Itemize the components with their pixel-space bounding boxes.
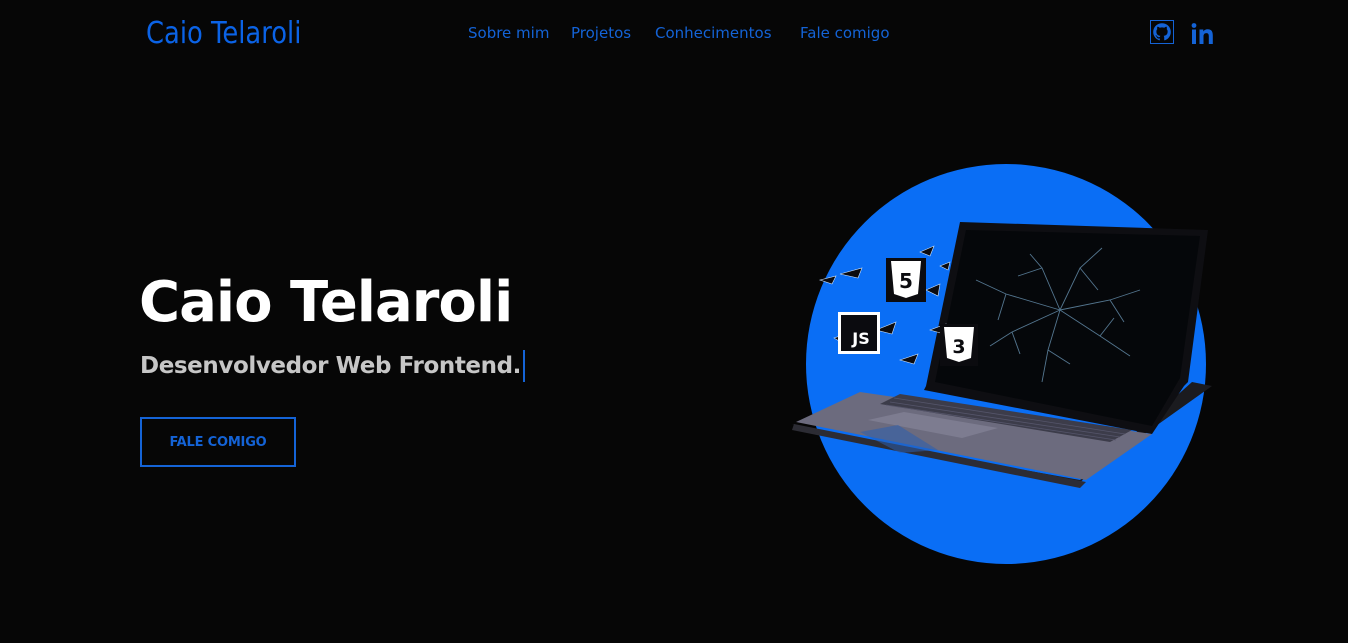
hero-subtitle-text: Desenvolvedor Web Frontend. bbox=[140, 353, 521, 379]
github-link[interactable] bbox=[1150, 20, 1174, 44]
css3-icon: 3 bbox=[940, 324, 978, 366]
html5-icon: 5 bbox=[886, 258, 926, 302]
javascript-icon: JS bbox=[838, 312, 880, 354]
linkedin-icon bbox=[1191, 23, 1215, 45]
hero-subtitle: Desenvolvedor Web Frontend. bbox=[140, 348, 525, 384]
html5-badge-text: 5 bbox=[899, 269, 913, 293]
nav-link-fale-comigo[interactable]: Fale comigo bbox=[800, 22, 890, 44]
hero-title: Caio Telaroli bbox=[139, 270, 513, 335]
site-header: Caio Telaroli Sobre mim Projetos Conheci… bbox=[0, 0, 1348, 70]
hero-illustration: 5 JS 3 bbox=[780, 150, 1230, 570]
laptop-illustration: 5 JS 3 bbox=[792, 164, 1212, 564]
linkedin-link[interactable] bbox=[1191, 23, 1215, 45]
page: Caio Telaroli Sobre mim Projetos Conheci… bbox=[0, 0, 1348, 643]
nav-link-conhecimentos[interactable]: Conhecimentos bbox=[655, 22, 772, 44]
contact-button[interactable]: FALE COMIGO bbox=[140, 417, 296, 467]
nav-link-projetos[interactable]: Projetos bbox=[571, 22, 631, 44]
typing-cursor bbox=[523, 350, 525, 382]
js-badge-text: JS bbox=[851, 329, 869, 348]
css3-badge-text: 3 bbox=[952, 336, 965, 358]
nav-link-sobre-mim[interactable]: Sobre mim bbox=[468, 22, 549, 44]
brand-logo[interactable]: Caio Telaroli bbox=[146, 14, 301, 54]
github-icon bbox=[1150, 20, 1174, 44]
